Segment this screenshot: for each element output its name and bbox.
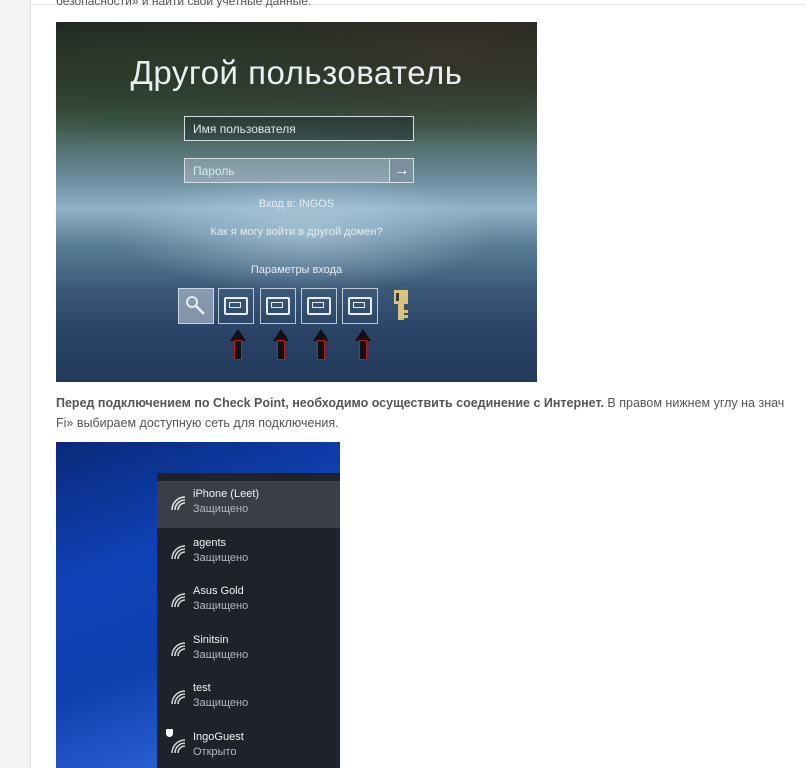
wifi-list-screenshot: iPhone (Leet) Защищено agents Защищено A… [56,442,340,768]
network-item: Sinitsin Защищено [157,627,340,674]
smartcard-option-icon [301,288,337,324]
paragraph-text: В правом нижнем углу на знач [603,396,785,410]
article-text-fragment: безопасности» и найти свой учетные данны… [56,0,312,8]
username-field: Имя пользователя [184,116,414,141]
network-status: Защищено [193,503,249,515]
network-item: agents Защищено [157,530,340,577]
red-arrow-icon [313,329,329,359]
red-arrow-icon [230,329,246,359]
network-status: Защищено [193,649,249,661]
shield-icon [166,729,173,737]
wifi-icon [171,593,186,608]
submit-arrow-icon: → [389,158,414,183]
article-paragraph: Перед подключением по Check Point, необх… [56,393,805,433]
network-name: Asus Gold [193,585,244,597]
other-domain-link: Как я могу войти в другой домен? [210,226,383,238]
network-name: iPhone (Leet) [193,488,260,500]
left-rail [0,0,31,768]
wifi-icon [171,739,186,754]
usb-key-icon [384,288,420,324]
network-status: Открыто [193,746,237,758]
paragraph-bold-text: Перед подключением по Check Point, необх… [56,396,604,410]
network-status: Защищено [193,697,249,709]
login-screen-photo: Другой пользователь Имя пользователя Пар… [56,22,537,382]
network-item: test Защищено [157,675,340,722]
network-name: IngoGuest [193,731,244,743]
smartcard-option-icon [218,288,254,324]
network-status: Защищено [193,552,249,564]
wifi-icon [171,545,186,560]
wifi-icon [171,642,186,657]
photo-background-trees [56,22,537,162]
wifi-icon [171,496,186,511]
smartcard-option-icon [260,288,296,324]
password-field: Пароль [184,158,414,183]
network-item: Asus Gold Защищено [157,578,340,625]
paragraph-text-line2: Fi» выбираем доступную сеть для подключе… [56,416,339,430]
network-item: IngoGuest Открыто [157,724,340,768]
login-title: Другой пользователь [130,54,463,91]
article-content: безопасности» и найти свой учетные данны… [31,0,805,768]
domain-text: Вход в: INGOS [258,198,335,210]
key-option-icon [178,288,214,324]
network-name: agents [193,537,227,549]
network-name: test [193,682,211,694]
red-arrow-icon [273,329,289,359]
smartcard-option-icon [342,288,378,324]
network-status: Защищено [193,600,249,612]
sign-in-options-label: Параметры входа [250,264,343,276]
network-name: Sinitsin [193,634,229,646]
wifi-icon [171,690,186,705]
network-item: iPhone (Leet) Защищено [157,481,340,528]
red-arrow-icon [355,329,371,359]
